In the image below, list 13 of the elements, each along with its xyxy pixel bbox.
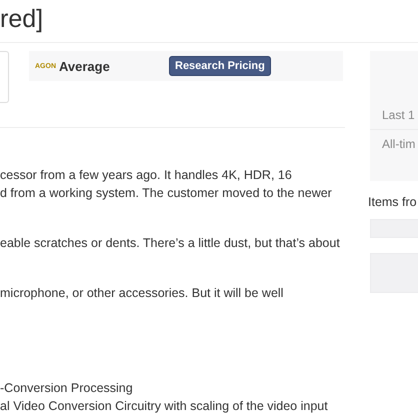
image-frame <box>0 51 9 103</box>
research-pricing-button[interactable]: Research Pricing <box>169 56 271 76</box>
description-text: cessor from a few years ago. It handles 4K, HDR, 16 <box>0 167 293 184</box>
description-text: d from a working system. The customer moved to the newer <box>0 185 333 202</box>
feature-text: -Conversion Processing <box>0 380 134 397</box>
stat-label: Last 1 <box>370 101 418 130</box>
section-heading: Items fro <box>368 195 418 209</box>
description-text: microphone, or other accessories. But it will be well <box>0 285 284 302</box>
page-title: red] <box>0 0 418 43</box>
rating-label: Average <box>59 58 111 74</box>
description-text: eable scratches or dents. There’s a little dust, but that’s about <box>0 235 341 252</box>
stat-label: All-tim <box>381 136 416 153</box>
feature-text: al Video Conversion Circuitry with scaling of the video input <box>0 398 329 415</box>
